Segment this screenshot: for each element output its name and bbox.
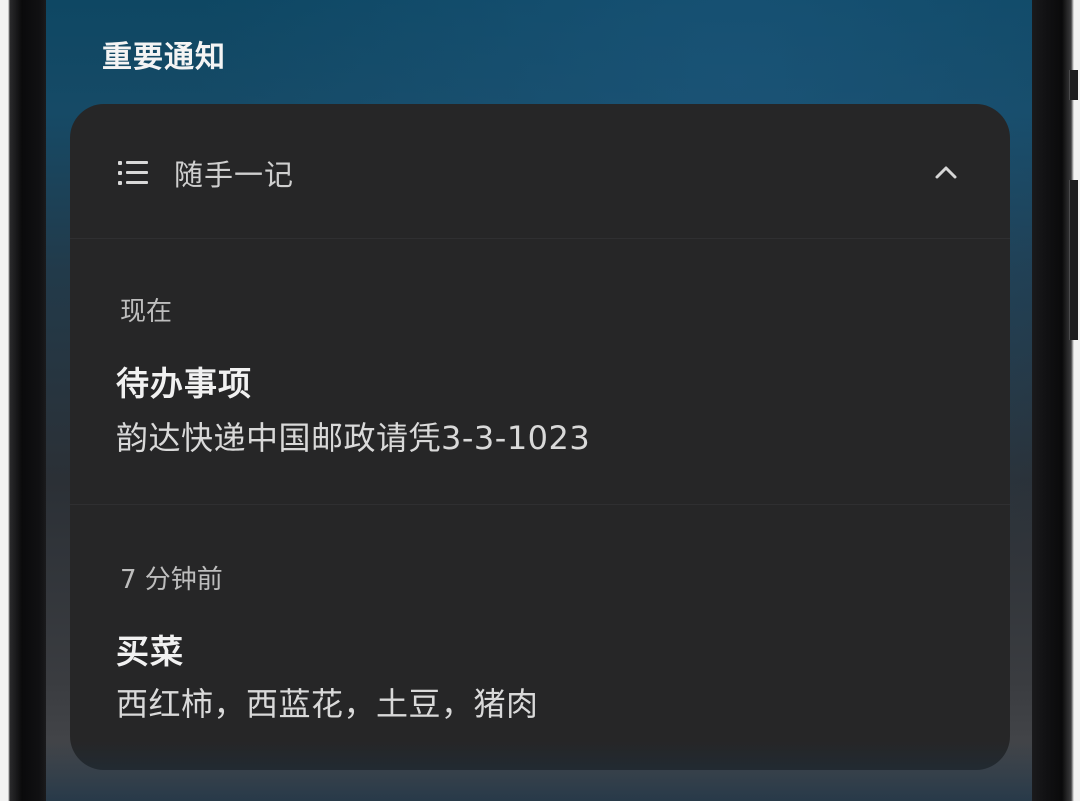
notification-group-header[interactable]: 随手一记	[70, 104, 1010, 239]
notification-shade: 重要通知 随手一记 现在 待办事项 韵达快递中国邮政请凭3-3-1023 7 分…	[46, 0, 1032, 801]
notification-title: 待办事项	[116, 364, 252, 403]
notification-item[interactable]: 现在 待办事项 韵达快递中国邮政请凭3-3-1023	[70, 239, 1010, 505]
side-button-volume	[1069, 180, 1078, 340]
phone-display: 重要通知 随手一记 现在 待办事项 韵达快递中国邮政请凭3-3-1023 7 分…	[0, 0, 1080, 801]
notification-body: 韵达快递中国邮政请凭3-3-1023	[116, 419, 591, 457]
side-button-top	[1069, 70, 1078, 100]
notification-group-card[interactable]: 随手一记 现在 待办事项 韵达快递中国邮政请凭3-3-1023 7 分钟前 买菜…	[70, 104, 1010, 770]
list-icon	[118, 160, 150, 186]
notification-time: 现在	[120, 297, 173, 327]
app-name: 随手一记	[174, 158, 295, 192]
notification-item[interactable]: 7 分钟前 买菜 西红柿，西蓝花，土豆，猪肉	[70, 505, 1010, 770]
notification-time: 7 分钟前	[120, 565, 223, 595]
section-title: 重要通知	[102, 40, 226, 75]
phone-frame-left	[0, 0, 46, 801]
notification-title: 买菜	[116, 632, 184, 671]
notification-body: 西红柿，西蓝花，土豆，猪肉	[116, 685, 539, 723]
phone-frame-right	[1032, 0, 1080, 801]
chevron-up-icon[interactable]	[930, 156, 962, 188]
